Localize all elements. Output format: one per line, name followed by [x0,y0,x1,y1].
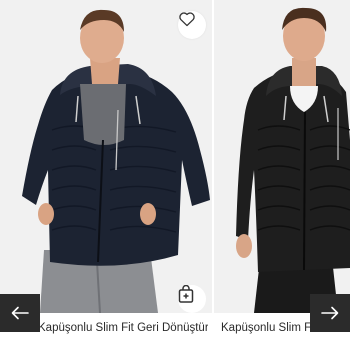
product-image[interactable] [214,0,350,313]
carousel-next-button[interactable] [310,294,350,332]
arrow-right-icon [321,306,339,320]
favorite-button[interactable] [178,11,206,39]
arrow-left-icon [11,306,29,320]
model-photo [214,0,350,313]
add-to-cart-button[interactable] [178,285,206,313]
model-photo [0,0,212,313]
heart-icon [179,12,195,27]
carousel-prev-button[interactable] [0,294,40,332]
product-carousel: Kapüşonlu Slim Fit Geri Dönüştürül... [0,0,350,350]
product-image[interactable] [0,0,212,313]
product-title[interactable]: Kapüşonlu Slim Fit Geri Dönüştürül... [38,319,208,337]
shopping-bag-plus-icon [178,285,194,303]
